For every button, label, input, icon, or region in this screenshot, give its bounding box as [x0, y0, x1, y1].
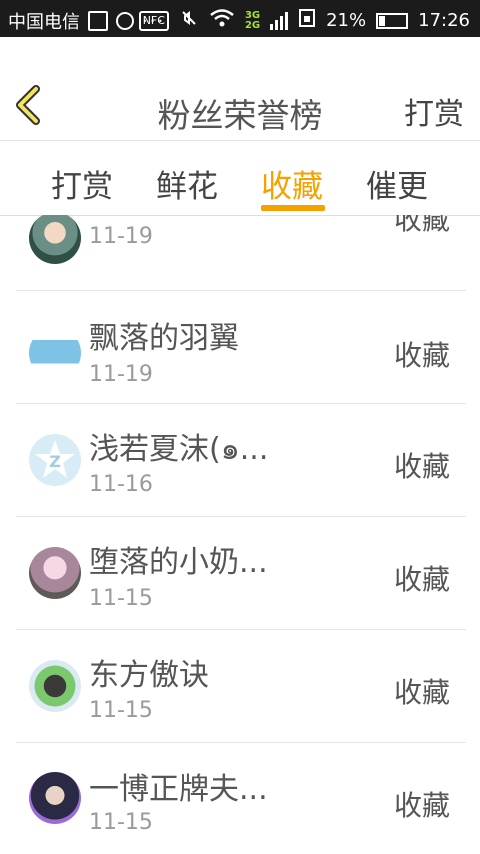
avatar — [29, 215, 81, 264]
wifi-icon — [209, 8, 235, 33]
image-icon — [88, 11, 108, 31]
tab-collect[interactable]: 收藏 — [261, 161, 323, 206]
list-item[interactable]: 飘落的羽翼 11-19 收藏 — [16, 291, 466, 404]
default-avatar-icon: Z — [35, 440, 75, 478]
fan-list[interactable]: 君瑶 11-19 收藏 飘落的羽翼 11-19 收藏 Z 浅若夏沫(๑... 1… — [16, 215, 466, 854]
fan-date: 11-15 — [89, 698, 153, 723]
tab-bar: 打赏 鲜花 收藏 催更 — [0, 141, 480, 216]
nfc-icon: NFC — [138, 10, 169, 31]
svg-text:Z: Z — [49, 452, 61, 471]
tab-flowers[interactable]: 鲜花 — [156, 161, 218, 206]
clock: 17:26 — [418, 10, 470, 31]
avatar — [29, 327, 81, 379]
fan-name: 堕落的小奶... — [89, 545, 268, 580]
title-bar: 粉丝荣誉榜 打赏 — [0, 37, 480, 141]
battery-icon — [376, 12, 409, 29]
list-item[interactable]: 君瑶 11-19 收藏 — [16, 215, 466, 291]
collect-label: 收藏 — [393, 339, 450, 372]
fan-date: 11-16 — [89, 472, 153, 497]
sync-icon — [116, 12, 134, 30]
fan-date: 11-19 — [89, 224, 153, 249]
tab-urge-update[interactable]: 催更 — [366, 161, 428, 206]
collect-label: 收藏 — [393, 789, 450, 822]
avatar — [29, 547, 81, 599]
sim-icon — [298, 8, 316, 33]
list-item[interactable]: 东方傲诀 11-15 收藏 — [16, 630, 466, 743]
fan-date: 11-15 — [89, 586, 153, 611]
mute-icon — [179, 8, 199, 33]
signal-icon — [270, 11, 289, 30]
avatar — [29, 660, 81, 712]
collect-label: 收藏 — [393, 215, 450, 236]
collect-label: 收藏 — [393, 676, 450, 709]
reward-button[interactable]: 打赏 — [404, 89, 464, 133]
fan-name: 飘落的羽翼 — [89, 321, 239, 356]
active-tab-indicator — [261, 205, 325, 211]
fan-date: 11-19 — [89, 362, 153, 387]
battery-percent: 21% — [326, 10, 367, 31]
fan-name: 东方傲诀 — [89, 658, 209, 693]
list-item[interactable]: 一博正牌夫... 11-15 收藏 — [16, 742, 466, 854]
collect-label: 收藏 — [393, 563, 450, 596]
collect-label: 收藏 — [393, 450, 450, 483]
carrier-label: 中国电信 — [8, 12, 80, 33]
tab-reward[interactable]: 打赏 — [51, 161, 113, 206]
fan-date: 11-15 — [89, 810, 153, 835]
list-item[interactable]: 堕落的小奶... 11-15 收藏 — [16, 517, 466, 630]
status-bar: 中国电信 ··· NFC 3G 2G 21% 17:26 — [0, 0, 480, 37]
fan-name: 一博正牌夫... — [89, 772, 268, 807]
avatar: Z — [29, 434, 81, 486]
network-type-icon: 3G 2G — [244, 9, 261, 31]
fan-name: 君瑶 — [89, 215, 149, 220]
avatar — [29, 772, 81, 824]
list-item[interactable]: Z 浅若夏沫(๑... 11-16 收藏 — [16, 404, 466, 517]
fan-name: 浅若夏沫(๑... — [89, 432, 269, 467]
